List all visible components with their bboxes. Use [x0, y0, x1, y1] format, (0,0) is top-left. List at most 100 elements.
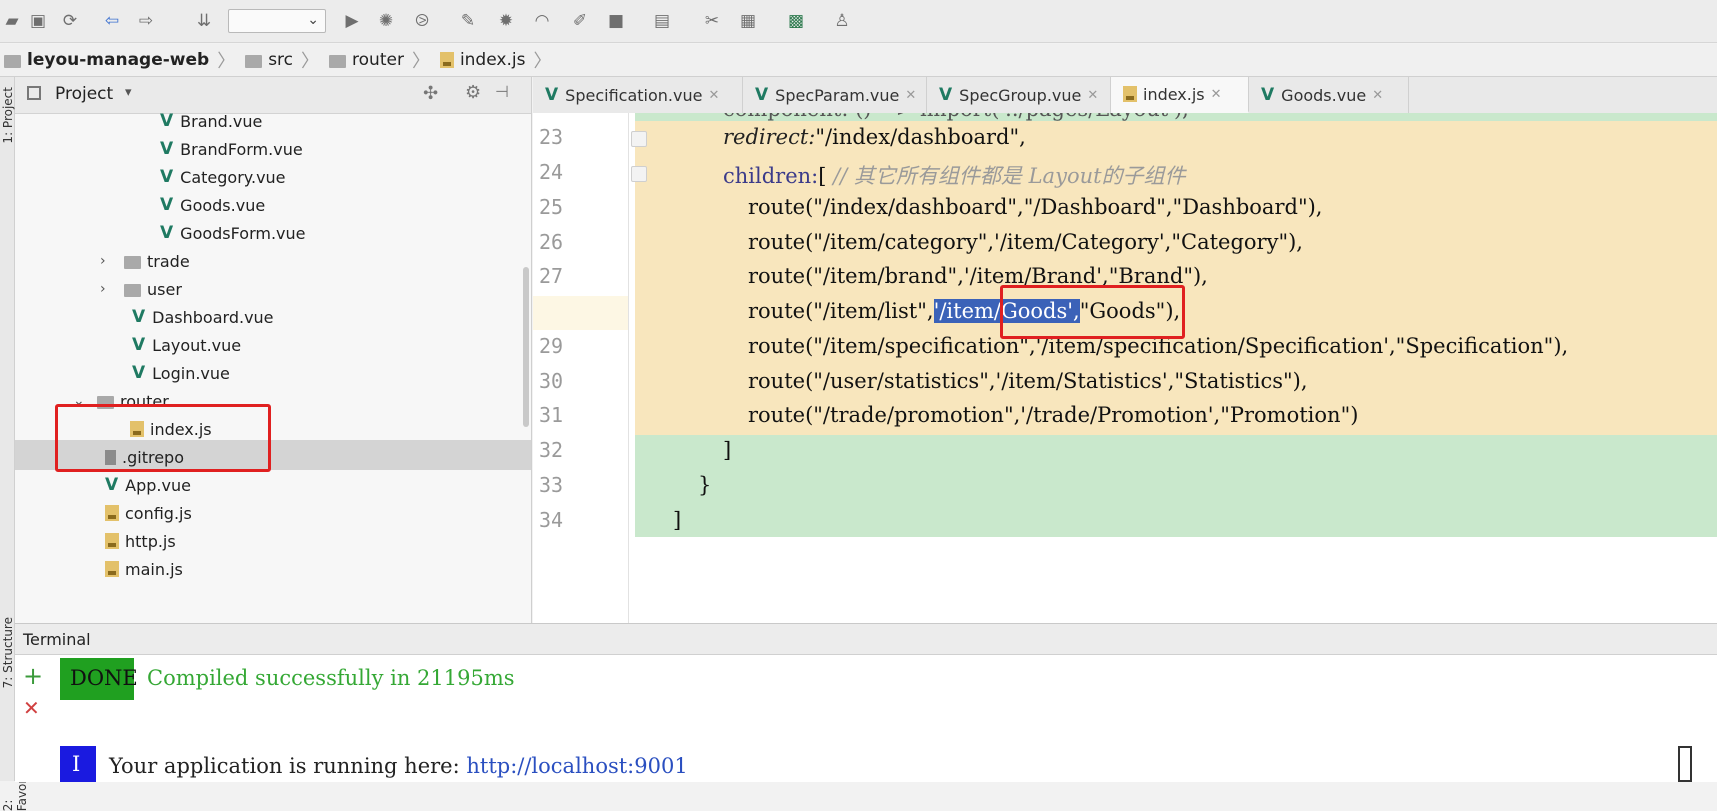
build-icon[interactable]: ⇊ — [192, 9, 216, 33]
scroll-from-source-icon[interactable]: ✣ — [423, 83, 438, 104]
sync-icon[interactable]: ⟳ — [58, 9, 82, 33]
code-line-34: ] — [673, 508, 682, 532]
gauge-icon[interactable]: ◠ — [530, 9, 554, 33]
close-icon[interactable]: ✕ — [1087, 88, 1098, 103]
code-token-key: redirect: — [723, 125, 816, 149]
vcs-icon[interactable]: ▩ — [784, 9, 808, 33]
fold-marker-icon[interactable] — [631, 166, 647, 182]
line-number: 23 — [539, 125, 564, 149]
tree-item-app-vue[interactable]: V App.vue — [105, 471, 191, 499]
chevron-right-icon[interactable]: › — [100, 281, 114, 297]
folder-icon — [124, 283, 141, 297]
tree-item-label: BrandForm.vue — [180, 139, 303, 159]
tree-item-main-js[interactable]: main.js — [105, 555, 183, 583]
code-comment: // 其它所有组件都是 Layout的子组件 — [833, 164, 1186, 188]
project-panel-header: Project ▾ ✣ ⚙ ⊣ — [15, 77, 531, 114]
chevron-down-icon[interactable]: ▾ — [125, 85, 132, 100]
vue-file-icon: V — [160, 195, 174, 215]
terminal-panel: Terminal + ✕ DONE Compiled successfully … — [15, 623, 1717, 782]
vue-file-icon: V — [132, 335, 146, 355]
breadcrumb-label: index.js — [459, 50, 526, 70]
vue-file-icon: V — [160, 223, 174, 243]
tree-item-goods-vue[interactable]: V Goods.vue — [160, 191, 265, 219]
structure-icon[interactable]: ▤ — [650, 9, 674, 33]
tree-scrollbar[interactable] — [523, 267, 529, 427]
stop-icon[interactable]: ■ — [604, 9, 628, 33]
chevron-right-icon[interactable]: › — [100, 253, 114, 269]
localhost-link[interactable]: http://localhost:9001 — [466, 754, 687, 778]
breadcrumb-item-router[interactable]: router 〉 — [325, 47, 436, 73]
breadcrumb-item-indexjs[interactable]: index.js 〉 — [436, 47, 558, 73]
save-icon[interactable]: ▣ — [26, 9, 50, 33]
tree-item-label: Brand.vue — [180, 111, 263, 131]
line-number: 34 — [539, 508, 564, 532]
line-number: 33 — [539, 473, 564, 497]
left-tool-stripe: 1: Project 7: Structure 2: Favorites — [0, 77, 29, 811]
line-number: 24 — [539, 160, 564, 184]
tab-specparam-vue[interactable]: V SpecParam.vue ✕ — [743, 77, 927, 113]
tree-item-label: user — [147, 279, 182, 299]
code-editor[interactable]: 23 24 25 26 27 28 29 30 31 32 33 34 comp… — [533, 113, 1717, 623]
tree-item-brandform-vue[interactable]: V BrandForm.vue — [160, 135, 303, 163]
tree-item-dashboard-vue[interactable]: V Dashboard.vue — [132, 303, 274, 331]
profile-icon[interactable]: ✎ — [456, 9, 480, 33]
run-icon[interactable]: ▶ — [340, 9, 364, 33]
tree-item-label: config.js — [125, 503, 192, 523]
tree-item-brand-vue[interactable]: V Brand.vue — [160, 107, 262, 135]
tree-item-goodsform-vue[interactable]: V GoodsForm.vue — [160, 219, 305, 247]
forward-icon[interactable]: ⇨ — [134, 9, 158, 33]
user-icon[interactable]: ♙ — [830, 9, 854, 33]
vue-file-icon: V — [1261, 85, 1275, 105]
tree-item-category-vue[interactable]: V Category.vue — [160, 163, 286, 191]
attach-icon[interactable]: ✹ — [494, 9, 518, 33]
close-icon[interactable]: ✕ — [1211, 87, 1222, 102]
tab-goods-vue[interactable]: V Goods.vue ✕ — [1249, 77, 1409, 113]
brush-icon[interactable]: ✐ — [568, 9, 592, 33]
open-folder-icon[interactable]: ▰ — [0, 9, 24, 33]
coverage-icon[interactable]: ⧁ — [410, 9, 434, 33]
tree-item-trade-folder[interactable]: › trade — [100, 247, 190, 275]
current-line-gutter — [533, 296, 628, 330]
breadcrumb-item-project[interactable]: leyou-manage-web 〉 — [0, 47, 241, 73]
tab-specgroup-vue[interactable]: V SpecGroup.vue ✕ — [927, 77, 1111, 113]
gear-icon[interactable]: ⚙ — [465, 82, 481, 103]
code-line-33: } — [698, 473, 712, 497]
hide-panel-icon[interactable]: ⊣ — [495, 82, 509, 101]
compiled-message: Compiled successfully in 21195ms — [147, 666, 515, 690]
fold-marker-icon[interactable] — [631, 131, 647, 147]
tree-item-user-folder[interactable]: › user — [100, 275, 182, 303]
breadcrumb-label: src — [268, 50, 294, 70]
annotation-box-goods — [1000, 285, 1185, 339]
tree-item-login-vue[interactable]: V Login.vue — [132, 359, 230, 387]
done-badge: DONE — [60, 658, 138, 700]
code-token-bracket: [ — [818, 164, 834, 188]
project-structure-icon[interactable]: ▦ — [736, 9, 760, 33]
close-icon[interactable]: ✕ — [708, 88, 719, 103]
tree-item-layout-vue[interactable]: V Layout.vue — [132, 331, 241, 359]
folder-icon — [4, 54, 21, 68]
add-terminal-icon[interactable]: + — [23, 662, 43, 690]
info-badge: I — [60, 746, 96, 782]
tree-item-label: trade — [147, 251, 190, 271]
project-view-select[interactable]: Project — [55, 84, 113, 104]
close-icon[interactable]: ✕ — [1372, 88, 1383, 103]
project-tool-button[interactable]: 1: Project — [1, 87, 15, 144]
settings-icon[interactable]: ✂ — [700, 9, 724, 33]
code-token: route("/item/list", — [748, 299, 934, 323]
tree-item-label: main.js — [125, 559, 183, 579]
tree-item-config-js[interactable]: config.js — [105, 499, 192, 527]
close-icon[interactable]: ✕ — [905, 88, 916, 103]
tab-specification-vue[interactable]: V Specification.vue ✕ — [533, 77, 743, 113]
code-line-26: route("/item/category",'/item/Category',… — [748, 230, 1303, 254]
close-terminal-icon[interactable]: ✕ — [23, 696, 40, 720]
project-view-icon — [27, 86, 41, 100]
debug-icon[interactable]: ✺ — [374, 9, 398, 33]
structure-tool-button[interactable]: 7: Structure — [1, 617, 15, 688]
breadcrumb-item-src[interactable]: src 〉 — [241, 47, 325, 73]
run-configuration-select[interactable]: ⌄ — [228, 9, 326, 33]
back-icon[interactable]: ⇦ — [100, 9, 124, 33]
chevron-down-icon: ⌄ — [307, 12, 319, 28]
tree-item-http-js[interactable]: http.js — [105, 527, 176, 555]
vue-file-icon: V — [132, 307, 146, 327]
tab-index-js[interactable]: index.js ✕ — [1111, 77, 1249, 113]
